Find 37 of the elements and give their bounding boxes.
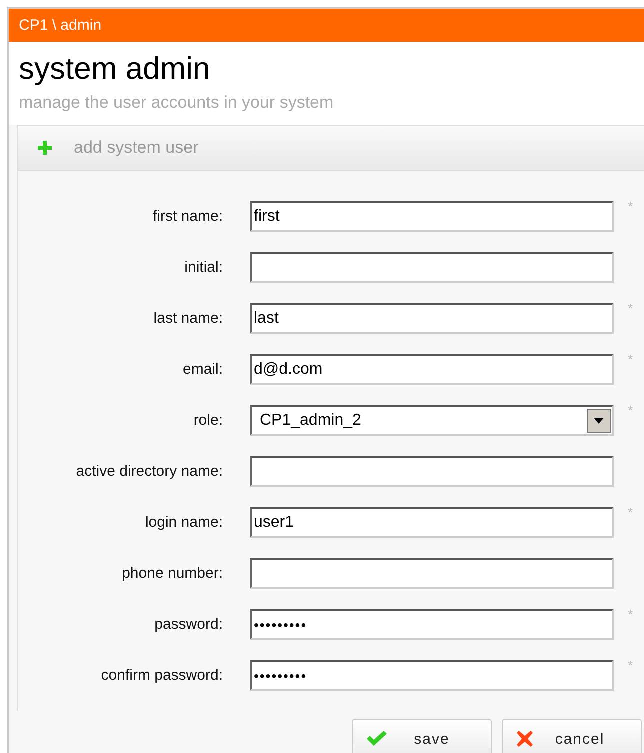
required-mark: * [628, 607, 634, 622]
field-label: initial: [184, 259, 223, 276]
checkmark-icon [367, 731, 387, 747]
cancel-button[interactable]: cancel [502, 719, 642, 753]
field-label: email: [182, 361, 223, 378]
input-field[interactable] [250, 558, 614, 589]
input-field[interactable]: first [250, 201, 614, 232]
required-mark: * [628, 301, 634, 316]
plus-icon [38, 141, 52, 155]
required-mark: * [628, 352, 634, 367]
required-mark: * [628, 658, 634, 673]
required-mark: * [628, 199, 634, 214]
field-label: active directory name: [75, 463, 223, 480]
input-field[interactable]: d@d.com [250, 354, 614, 385]
input-field[interactable] [250, 252, 614, 283]
field-label: phone number: [121, 565, 223, 582]
field-label: login name: [144, 514, 223, 531]
role-dropdown[interactable]: CP1_admin_2 [250, 405, 614, 436]
breadcrumb: CP1 \ admin [19, 17, 102, 34]
password-field[interactable]: ••••••••• [250, 660, 614, 691]
section-title: add system user [74, 138, 199, 158]
save-button[interactable]: save [352, 719, 492, 753]
caret-icon [594, 418, 604, 424]
password-field[interactable]: ••••••••• [250, 609, 614, 640]
required-mark: * [628, 505, 634, 520]
close-icon [517, 731, 533, 747]
input-field[interactable]: user1 [250, 507, 614, 538]
page-subtitle: manage the user accounts in your system [19, 92, 335, 114]
field-label: confirm password: [100, 667, 223, 684]
field-label: first name: [152, 208, 223, 225]
input-field[interactable]: last [250, 303, 614, 334]
field-label: last name: [152, 310, 223, 327]
field-label: password: [154, 616, 223, 633]
input-field[interactable] [250, 456, 614, 487]
field-label: role: [192, 412, 223, 429]
required-mark: * [628, 403, 634, 418]
page-title: system admin [19, 50, 212, 88]
